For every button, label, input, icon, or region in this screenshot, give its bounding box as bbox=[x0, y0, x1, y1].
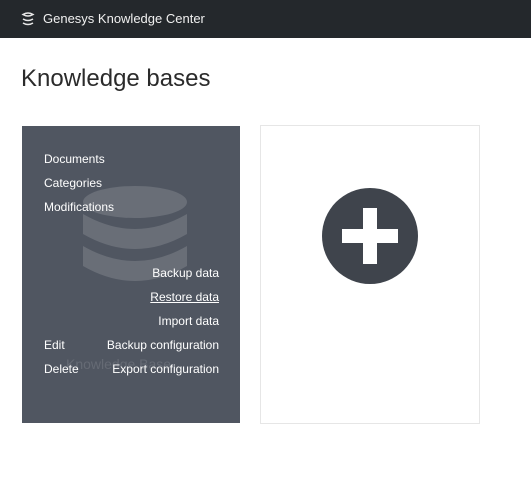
genesys-logo-icon[interactable] bbox=[21, 11, 35, 27]
edit-link[interactable]: Edit bbox=[44, 338, 65, 353]
add-knowledge-base-card[interactable] bbox=[260, 125, 480, 424]
export-configuration-link[interactable]: Export configuration bbox=[112, 362, 219, 377]
backup-configuration-link[interactable]: Backup configuration bbox=[107, 338, 219, 353]
categories-link[interactable]: Categories bbox=[44, 176, 102, 191]
import-data-link[interactable]: Import data bbox=[158, 314, 219, 329]
top-bar: Genesys Knowledge Center bbox=[0, 0, 531, 38]
app-title[interactable]: Genesys Knowledge Center bbox=[43, 11, 205, 27]
modifications-link[interactable]: Modifications bbox=[44, 200, 114, 215]
documents-link[interactable]: Documents bbox=[44, 152, 105, 167]
restore-data-link[interactable]: Restore data bbox=[150, 290, 219, 305]
knowledge-base-card: Knowledge Base Documents Categories Modi… bbox=[22, 126, 240, 423]
add-plus-icon[interactable] bbox=[322, 188, 418, 284]
backup-data-link[interactable]: Backup data bbox=[152, 266, 219, 281]
page-title: Knowledge bases bbox=[21, 65, 211, 92]
delete-link[interactable]: Delete bbox=[44, 362, 79, 377]
plus-vertical-bar bbox=[363, 208, 377, 264]
